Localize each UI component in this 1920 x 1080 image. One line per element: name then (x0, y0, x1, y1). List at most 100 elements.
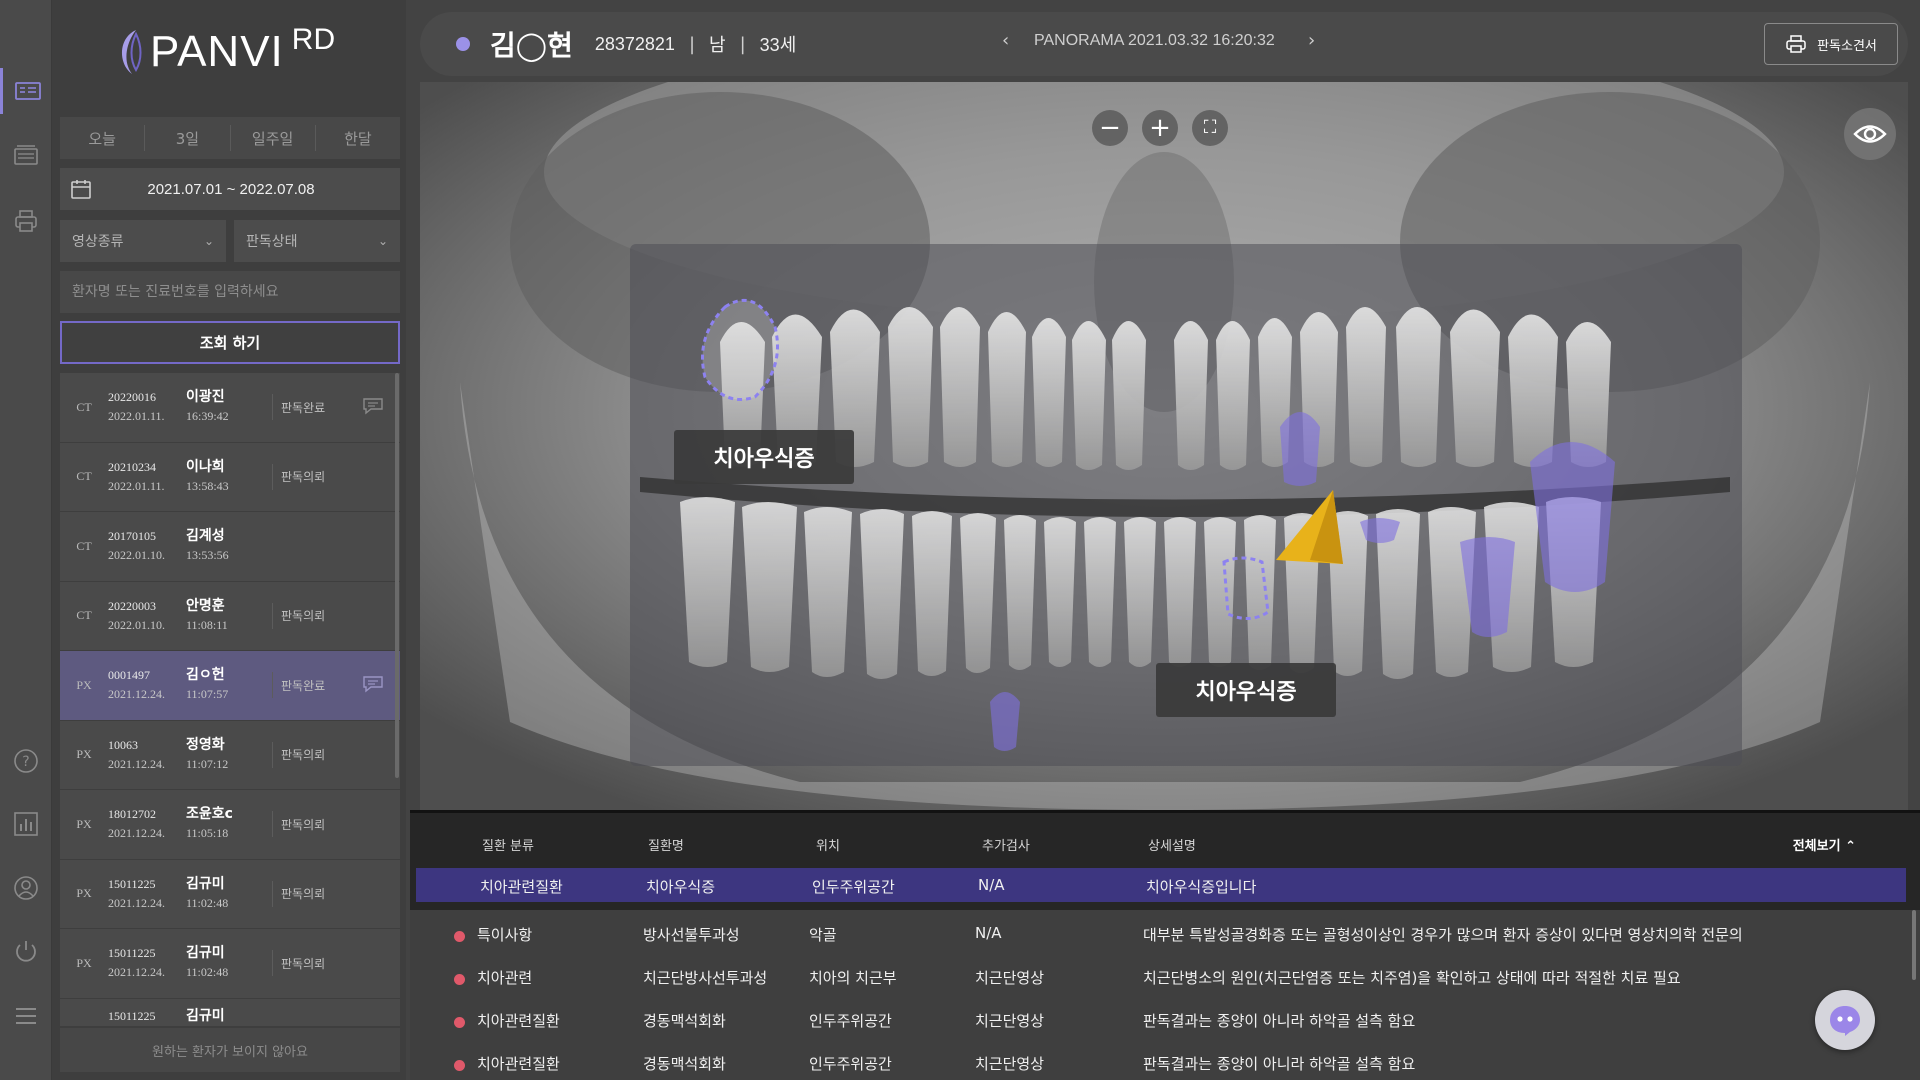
date-range-picker[interactable]: 2021.07.01 ~ 2022.07.08 (60, 168, 400, 210)
patient-id: 28372821 (594, 33, 675, 54)
finding-status-dot (454, 931, 465, 942)
svg-text:?: ? (22, 754, 29, 770)
finding-detail: 치근단병소의 원인(치근단염증 또는 치주염)을 확인하고 상태에 따라 적절한… (1143, 969, 1681, 987)
finding-status-dot (454, 1060, 465, 1071)
finding-callout[interactable]: 치아우식증 (1156, 663, 1336, 717)
patient-not-found-link[interactable]: 원하는 환자가 보이지 않아요 (60, 1028, 400, 1072)
power-icon[interactable] (0, 928, 52, 974)
patient-row[interactable]: PX 10063 2021.12.24. 정영화 11:07:12 판독의뢰 (60, 720, 400, 790)
view-all-toggle[interactable]: 전체보기 ⌃ (1793, 835, 1856, 854)
patient-list-scrollbar[interactable] (395, 373, 399, 778)
reading-list-icon[interactable] (0, 68, 52, 114)
findings-scrollbar[interactable] (1912, 910, 1916, 980)
column-header: 상세설명 (1148, 839, 1196, 854)
patient-name: 안명훈 (186, 597, 225, 614)
date-range-text: 2021.07.01 ~ 2022.07.08 (147, 180, 315, 198)
patient-row[interactable]: CT 20220003 2022.01.10. 안명훈 11:08:11 판독의뢰 (60, 581, 400, 651)
patient-row[interactable]: CT 20220016 2022.01.11. 이광진 16:39:42 판독완료 (60, 373, 400, 443)
findings-panel: 질환 분류 질환명 위치 추가검사 상세설명 전체보기 ⌃ 치아관련질환 치아우… (410, 810, 1920, 1080)
patient-name: 김계성 (186, 528, 225, 545)
study-date: 2022.01.11. (108, 409, 165, 424)
finding-row[interactable]: 치아관련질환 경동맥석회화 인두주위공간 치근단영상 판독결과는 종양이 아니라… (410, 1003, 1920, 1046)
zoom-out-icon[interactable]: − (1092, 110, 1128, 146)
finding-detail: 대부분 특발성골경화증 또는 골형성이상인 경우가 많으며 환자 증상이 있다면… (1143, 926, 1743, 944)
image-type-label: 영상종류 (72, 234, 124, 250)
xray-viewer[interactable]: − + ⛶ 치아우식증 치아우식증 (420, 82, 1908, 810)
patient-list: CT 20220016 2022.01.11. 이광진 16:39:42 판독완료 … (60, 373, 400, 1026)
menu-icon[interactable] (0, 993, 52, 1039)
period-tab-week[interactable]: 일주일 (231, 125, 316, 151)
period-tab-today[interactable]: 오늘 (60, 125, 146, 151)
patient-row[interactable]: PX 15011225 2021.12.24. 김규미 11:02:48 판독의뢰 (60, 929, 400, 999)
patient-row-selected[interactable]: PX 0001497 2021.12.24. 김ㅇ헌 11:07:57 판독완료 (60, 651, 400, 721)
patient-age: 33세 (759, 35, 797, 55)
chevron-down-icon: ⌄ (203, 234, 214, 248)
finding-extra-test: 치근단영상 (975, 1055, 1045, 1073)
modality: PX (76, 886, 92, 901)
period-tab-month[interactable]: 한달 (316, 125, 400, 151)
gallery-icon[interactable] (0, 133, 52, 179)
finding-row-selected[interactable]: 치아관련질환 치아우식증 인두주위공간 N/A 치아우식증입니다 (413, 865, 1909, 905)
patient-row[interactable]: CT 20170105 2022.01.10. 김계성 13:53:56 (60, 512, 400, 582)
patient-name: 김규미 (186, 945, 225, 962)
finding-category: 치아관련질환 (480, 878, 563, 896)
finding-row[interactable]: 특이사항 방사선불투과성 악골 N/A 대부분 특발성골경화증 또는 골형성이상… (410, 917, 1920, 960)
patient-row[interactable]: CT 20210234 2022.01.11. 이나희 13:58:43 판독의뢰 (60, 442, 400, 512)
prev-study-icon[interactable]: ‹ (1002, 30, 1009, 51)
chatbot-button[interactable] (1815, 990, 1875, 1050)
modality: PX (76, 747, 92, 762)
finding-row[interactable]: 치아관련 치근단방사선투과성 치아의 치근부 치근단영상 치근단병소의 원인(치… (410, 960, 1920, 1003)
finding-location: 인두주위공간 (809, 1012, 892, 1030)
patient-sex: 남 (709, 35, 726, 55)
fullscreen-icon[interactable]: ⛶ (1192, 110, 1228, 146)
next-study-icon[interactable]: › (1308, 30, 1315, 51)
finding-status-dot (454, 974, 465, 985)
finding-category: 치아관련질환 (477, 1055, 560, 1073)
finding-extra-test: 치근단영상 (975, 1012, 1045, 1030)
profile-icon[interactable] (0, 865, 52, 911)
finding-row[interactable]: 치아관련질환 경동맥석회화 인두주위공간 치근단영상 판독결과는 종양이 아니라… (410, 1046, 1920, 1080)
column-header: 추가검사 (982, 839, 1030, 854)
patient-row[interactable]: PX 18012702 2021.12.24. 조윤호c 11:05:18 판독의뢰 (60, 790, 400, 860)
finding-extra-test: 치근단영상 (975, 969, 1045, 987)
modality: PX (76, 677, 92, 692)
comment-icon[interactable] (362, 675, 384, 697)
help-icon[interactable]: ? (0, 738, 52, 784)
study-date: 2021.12.24. (108, 895, 165, 910)
finding-location: 악골 (809, 926, 837, 944)
modality: PX (76, 955, 92, 970)
period-tab-3days[interactable]: 3일 (145, 125, 231, 151)
divider: | (739, 33, 746, 55)
finding-disease: 경동맥석회화 (643, 1055, 726, 1073)
icon-rail: ? (0, 0, 52, 1080)
visibility-toggle-icon[interactable] (1844, 108, 1896, 160)
study-time: 11:05:18 (186, 826, 229, 841)
study-time: 13:53:56 (186, 548, 229, 563)
patient-name: 이나희 (186, 458, 225, 475)
finding-disease: 치근단방사선투과성 (643, 969, 768, 987)
image-type-select[interactable]: 영상종류 ⌄ (60, 220, 226, 262)
finding-location: 인두주위공간 (809, 1055, 892, 1073)
print-icon[interactable] (0, 198, 52, 244)
finding-detail: 판독결과는 종양이 아니라 하악골 설측 함요 (1143, 1055, 1416, 1073)
finding-extra-test: N/A (975, 924, 1002, 942)
patient-row[interactable]: 15011225 김규미 (60, 998, 400, 1026)
zoom-in-icon[interactable]: + (1142, 110, 1178, 146)
comment-icon[interactable] (362, 397, 384, 419)
patient-id: 18012702 (108, 807, 156, 822)
patient-name: 김규미 (186, 1007, 225, 1024)
stats-icon[interactable] (0, 801, 52, 847)
query-button[interactable]: 조회 하기 (60, 321, 400, 364)
report-print-button[interactable]: 판독소견서 (1764, 23, 1898, 65)
study-date: 2022.01.10. (108, 548, 165, 563)
patient-id: 20220016 (108, 390, 156, 405)
modality: CT (76, 399, 92, 414)
patient-search-input[interactable] (60, 271, 400, 313)
patient-id: 20210234 (108, 459, 156, 474)
finding-callout[interactable]: 치아우식증 (674, 430, 854, 484)
reading-status-select[interactable]: 판독상태 ⌄ (234, 220, 400, 262)
modality: PX (76, 816, 92, 831)
patient-row[interactable]: PX 15011225 2021.12.24. 김규미 11:02:48 판독의뢰 (60, 859, 400, 929)
finding-disease: 방사선불투과성 (643, 926, 740, 944)
report-button-label: 판독소견서 (1817, 38, 1877, 54)
